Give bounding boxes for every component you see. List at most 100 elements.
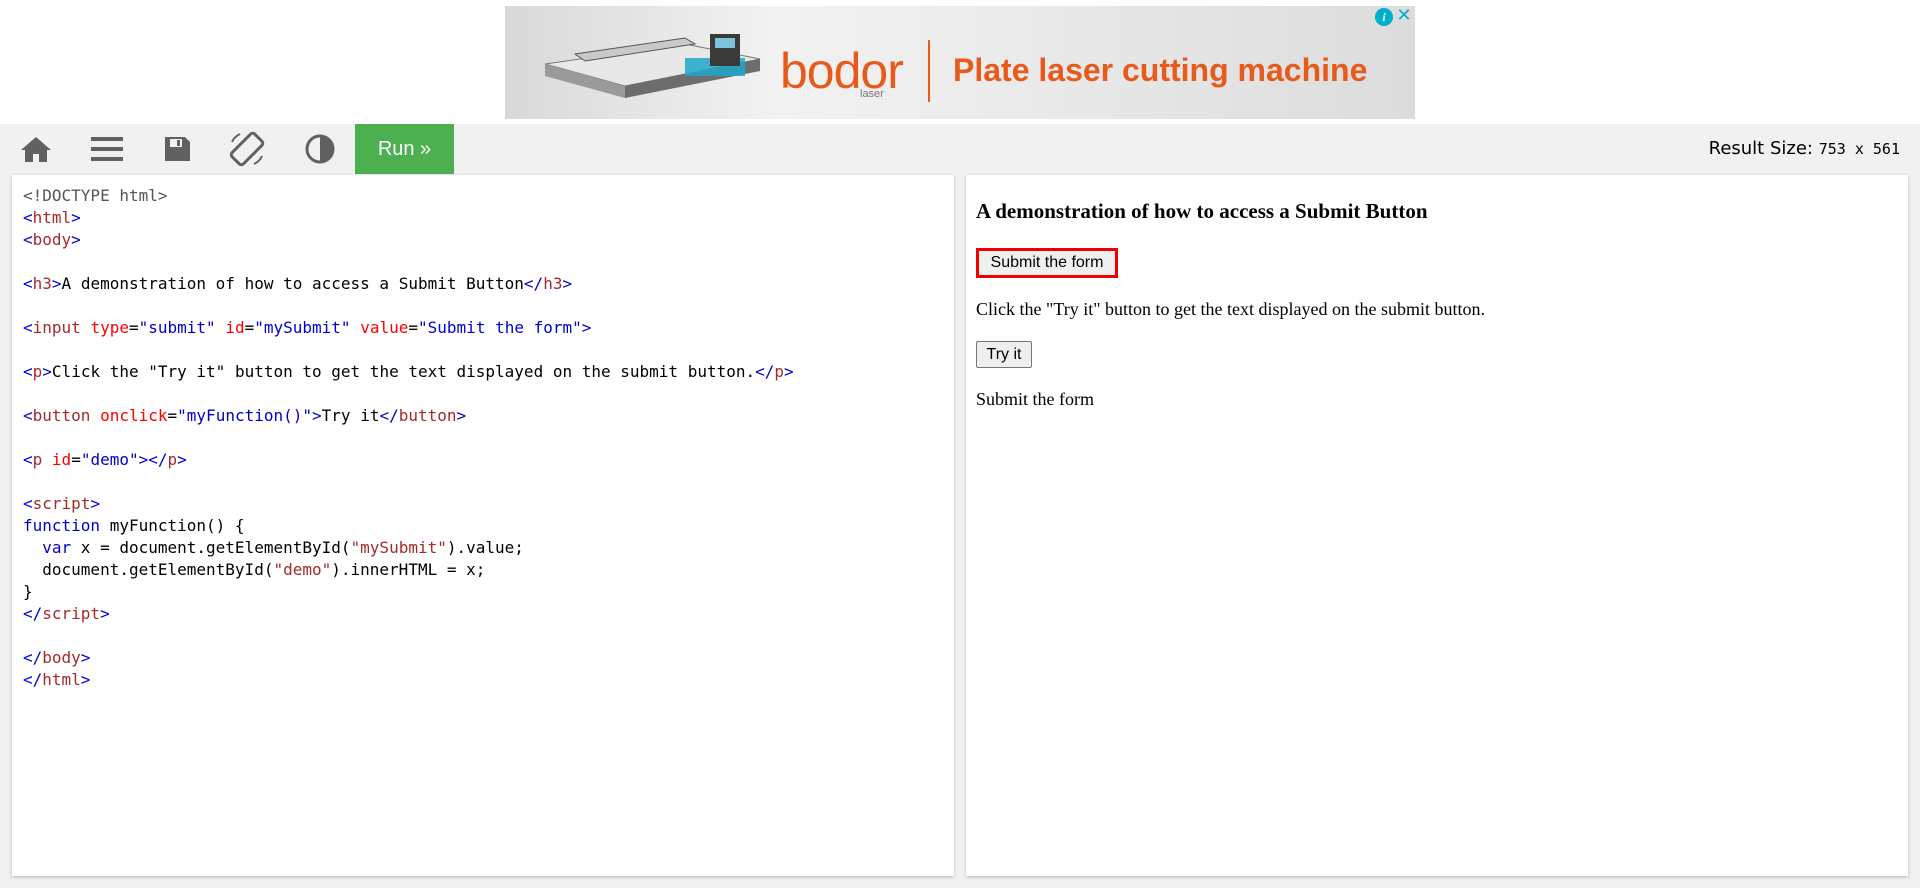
laser-machine-image <box>544 34 761 98</box>
ad-close-icon[interactable]: ✕ <box>1395 6 1413 26</box>
editor-area: <!DOCTYPE html> <html> <body> <h3>A demons… <box>0 174 1920 888</box>
code-token: script <box>32 494 91 513</box>
result-size-label: Result Size: <box>1708 138 1813 159</box>
code-line: <button onclick="myFunction()">Try it</b… <box>23 405 794 427</box>
code-token: "demo" <box>273 560 332 579</box>
code-line: var x = document.getElementById("mySubmi… <box>23 537 794 559</box>
ad-info-icon[interactable]: i <box>1375 8 1393 26</box>
code-token: id <box>225 318 245 337</box>
code-line: <html> <box>23 207 794 229</box>
code-token: button <box>398 406 457 425</box>
code-token: </ <box>23 648 43 667</box>
rotate-button[interactable] <box>212 124 282 174</box>
code-token: </ <box>23 604 43 623</box>
code-token: = <box>408 318 419 337</box>
code-token: id <box>51 450 72 469</box>
submit-the-form-button[interactable]: Submit the form <box>976 248 1118 278</box>
code-token: = <box>128 318 139 337</box>
code-token: </ <box>379 406 399 425</box>
code-token: body <box>32 230 72 249</box>
toolbar: Run » Result Size: 753 x 561 <box>0 124 1920 174</box>
code-token: onclick <box>100 406 168 425</box>
code-token: myFunction() { <box>100 516 245 535</box>
code-token: "submit" <box>138 318 216 337</box>
save-icon <box>165 137 190 161</box>
code-line: <script> <box>23 493 794 515</box>
code-token: > <box>71 230 81 249</box>
code-token: "demo" <box>80 450 139 469</box>
code-editor[interactable]: <!DOCTYPE html> <html> <body> <h3>A demons… <box>12 175 954 876</box>
rotate-icon <box>229 131 265 167</box>
code-token: ).innerHTML = x; <box>331 560 486 579</box>
code-token: </ <box>523 274 544 293</box>
code-token: > <box>784 362 794 381</box>
code-token: = <box>244 318 255 337</box>
code-token: html <box>42 670 81 689</box>
code-token: < <box>23 362 33 381</box>
code-token: h3 <box>32 274 52 293</box>
code-token: input <box>32 318 81 337</box>
code-line: </body> <box>23 647 794 669</box>
code-token: h3 <box>543 274 563 293</box>
theme-toggle-button[interactable] <box>285 124 355 174</box>
code-token: ).value; <box>446 538 524 557</box>
menu-icon <box>91 137 123 161</box>
code-token: > <box>100 604 110 623</box>
code-token: value <box>360 318 409 337</box>
try-it-button[interactable]: Try it <box>976 341 1032 368</box>
result-size: Result Size: 753 x 561 <box>1709 138 1900 159</box>
code-token: document.getElementById( <box>23 560 274 579</box>
code-line: <!DOCTYPE html> <box>23 185 794 207</box>
code-token: </ <box>755 362 775 381</box>
code-token: p <box>167 450 178 469</box>
code-token: > <box>581 318 592 337</box>
code-token: = <box>167 406 178 425</box>
code-token: > <box>177 450 187 469</box>
code-line: <h3>A demonstration of how to access a S… <box>23 273 794 295</box>
code-token: Click the "Try it" button to get the tex… <box>51 362 756 381</box>
ad-logo: bodor <box>780 43 904 99</box>
code-token: "Submit the form" <box>418 318 582 337</box>
menu-button[interactable] <box>72 124 142 174</box>
code-token: p <box>32 450 43 469</box>
code-token: type <box>90 318 129 337</box>
code-line: </script> <box>23 603 794 625</box>
code-token: < <box>23 406 33 425</box>
code-token: var <box>42 538 72 557</box>
code-token: > <box>71 208 81 227</box>
code-token: body <box>42 648 81 667</box>
code-token: > <box>51 274 62 293</box>
code-token: > <box>80 670 91 689</box>
code-token: function <box>23 516 101 535</box>
code-token: < <box>23 318 33 337</box>
code-token: > <box>80 648 91 667</box>
code-text[interactable]: <!DOCTYPE html> <html> <body> <h3>A demons… <box>23 185 794 691</box>
demo-output-text: Submit the form <box>976 389 1094 409</box>
home-button[interactable] <box>1 124 71 174</box>
code-token: p <box>32 362 43 381</box>
code-token: < <box>23 450 33 469</box>
code-token: ></ <box>138 450 168 469</box>
run-button[interactable]: Run » <box>355 124 454 174</box>
ad-area: bodor laser Plate laser cutting machine … <box>0 0 1920 124</box>
save-button[interactable] <box>142 124 212 174</box>
code-token: < <box>23 274 33 293</box>
code-token: A demonstration of how to access a Submi… <box>61 274 524 293</box>
result-instruction-text: Click the "Try it" button to get the tex… <box>976 299 1486 319</box>
code-token: html <box>32 208 72 227</box>
code-token: "myFunction()" <box>177 406 313 425</box>
contrast-icon <box>305 134 335 164</box>
code-token: x = document.getElementById( <box>71 538 351 557</box>
ad-banner[interactable]: bodor laser Plate laser cutting machine … <box>505 6 1415 119</box>
